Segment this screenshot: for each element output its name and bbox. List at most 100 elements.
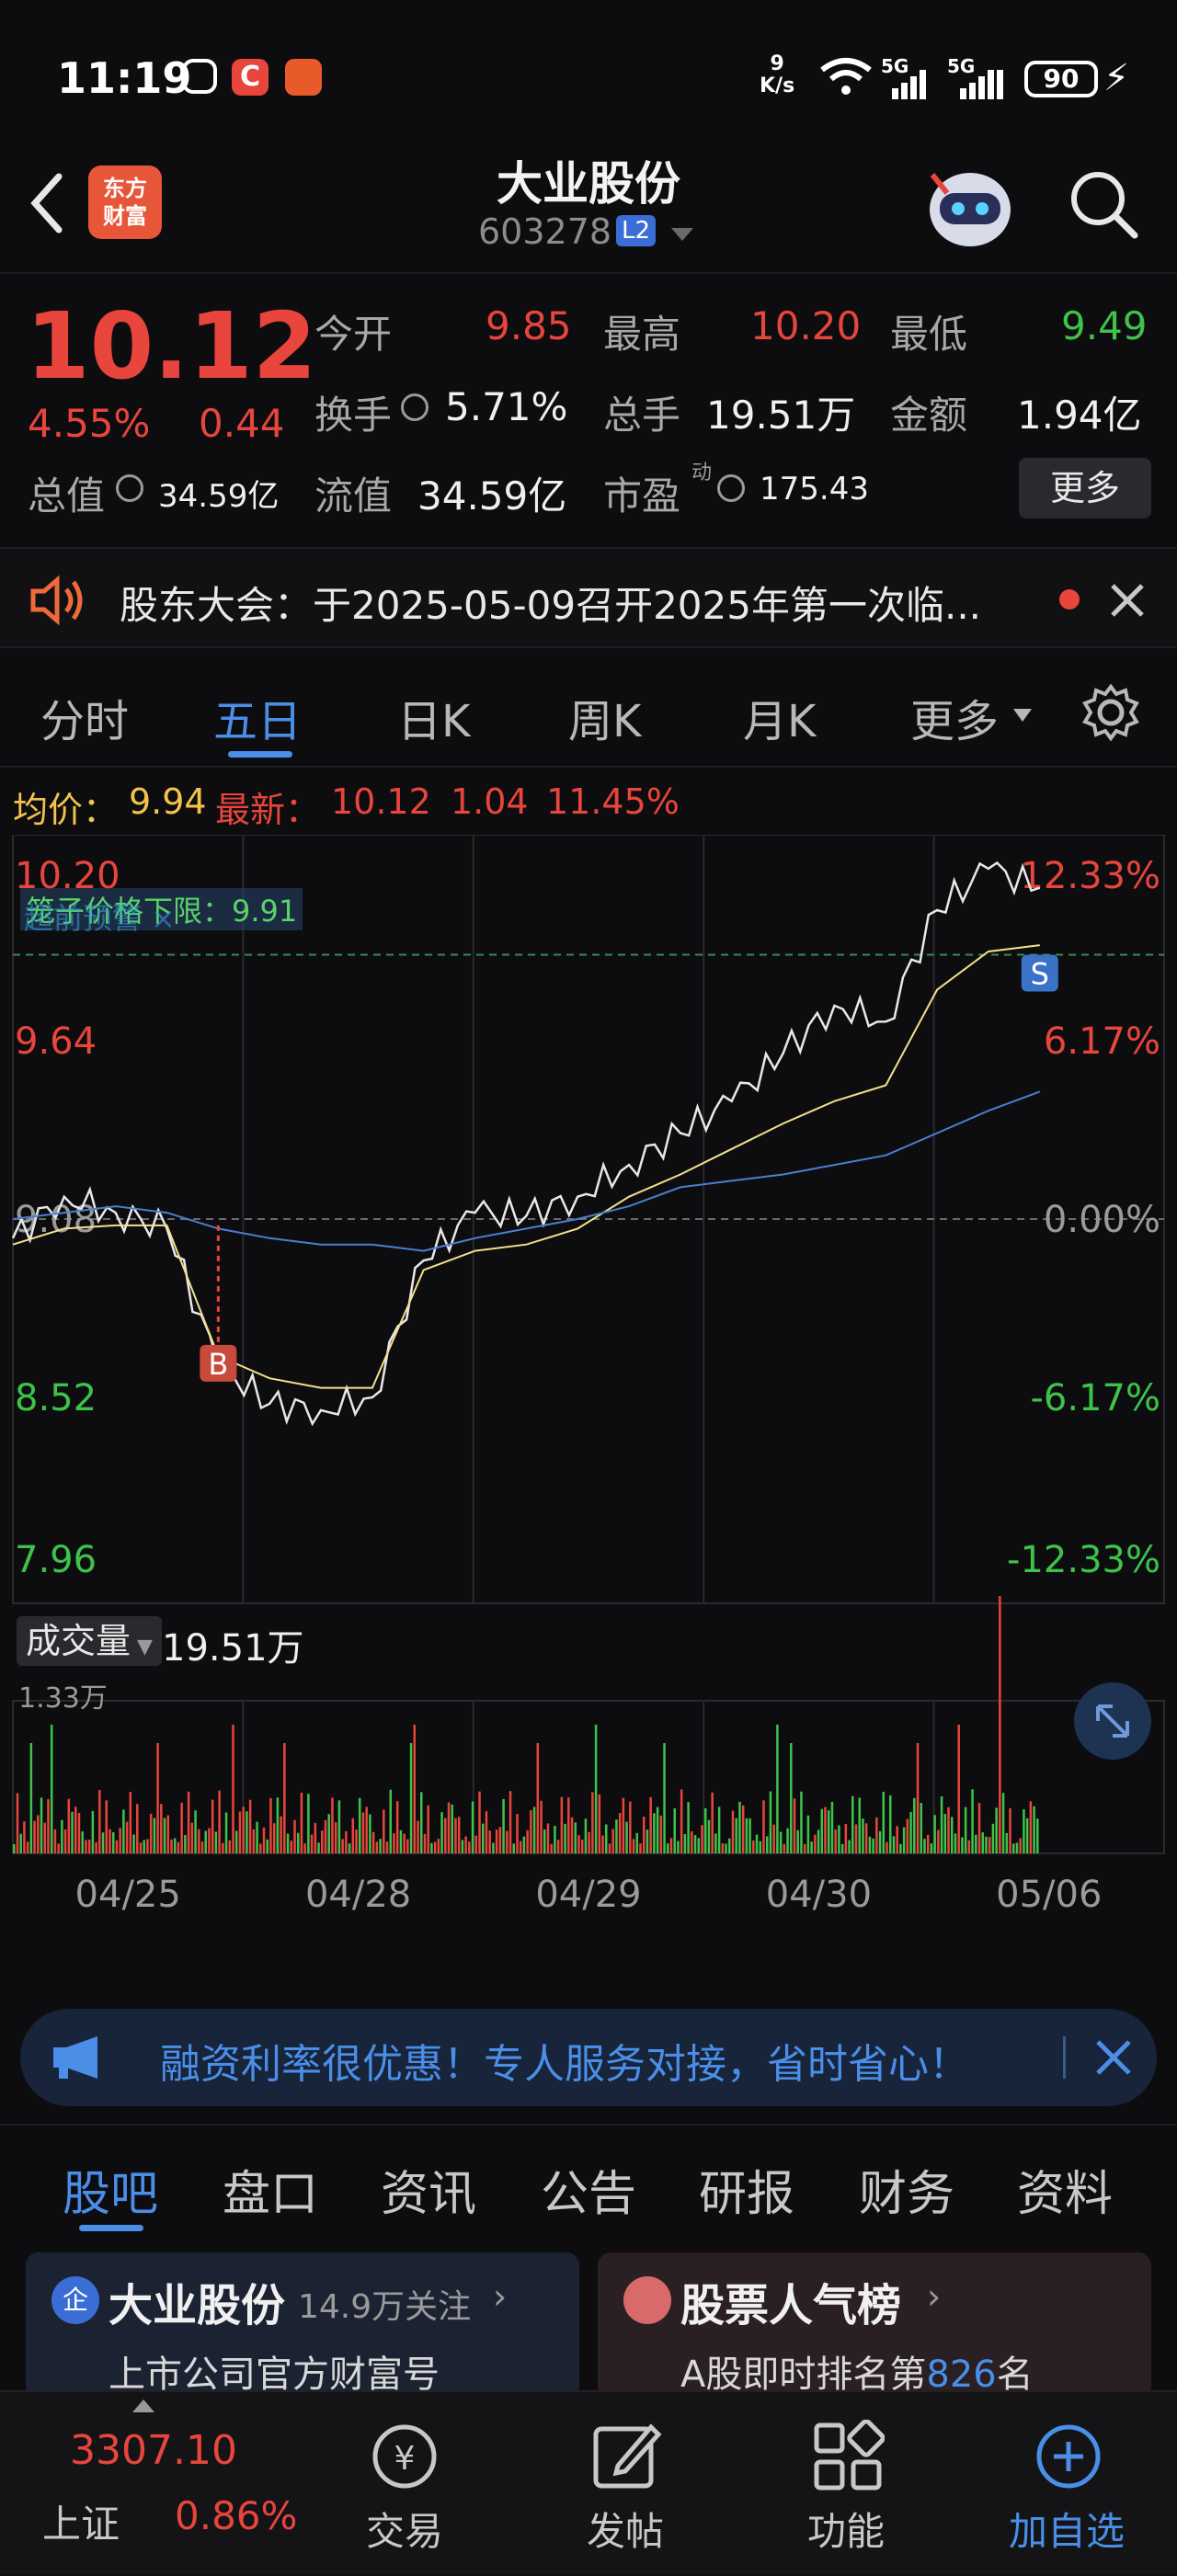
volume-bar xyxy=(1012,1843,1015,1853)
volume-bar xyxy=(109,1829,111,1853)
volume-bar xyxy=(232,1725,234,1853)
company-card[interactable]: 企 大业股份 14.9万关注 › 上市公司官方财富号 xyxy=(26,2252,579,2399)
volume-bar xyxy=(711,1792,714,1853)
info-icon[interactable] xyxy=(116,474,143,502)
more-button[interactable]: 更多 xyxy=(1019,458,1151,519)
notice-text[interactable]: 股东大会：于2025-05-09召开2025年第一次临... xyxy=(120,575,981,631)
tab-research[interactable]: 研报 xyxy=(699,2155,794,2224)
volume-bar xyxy=(474,1835,478,1853)
tab-guba[interactable]: 股吧 xyxy=(63,2155,158,2224)
tab-five-day[interactable]: 五日 xyxy=(213,685,302,749)
overlay-note[interactable]: 超前预警 × xyxy=(24,895,176,938)
promo-banner[interactable]: 融资利率很优惠！专人服务对接，省时省心！ xyxy=(20,2009,1157,2106)
volume-bar xyxy=(228,1840,232,1853)
chevron-down-icon[interactable] xyxy=(1013,709,1032,722)
info-icon[interactable] xyxy=(401,393,429,421)
robot-assistant-icon[interactable] xyxy=(920,156,1021,257)
index-name: 上证 xyxy=(42,2502,120,2547)
close-icon[interactable] xyxy=(1094,2038,1133,2077)
volume-bar xyxy=(667,1843,669,1853)
volume-bar xyxy=(498,1827,502,1853)
volume-bar xyxy=(222,1842,224,1853)
expand-icon xyxy=(1096,1704,1129,1738)
volume-bar xyxy=(259,1843,262,1853)
tab-weekly-k[interactable]: 周K xyxy=(568,685,641,749)
volume-bar xyxy=(783,1843,786,1853)
volume-bar xyxy=(800,1791,803,1853)
expand-button[interactable] xyxy=(1074,1682,1151,1760)
volume-bar xyxy=(814,1834,817,1853)
volume-bar xyxy=(735,1818,737,1853)
banner-text[interactable]: 融资利率很优惠！专人服务对接，省时省心！ xyxy=(160,2031,969,2090)
volume-bar xyxy=(29,1743,33,1853)
bottom-nav: 3307.10 上证 0.86% ¥ 交易 发帖 功能 加自选 xyxy=(0,2390,1177,2574)
volume-bar xyxy=(1033,1806,1035,1853)
tab-monthly-k[interactable]: 月K xyxy=(743,685,816,749)
popularity-card[interactable]: 股票人气榜 › A股即时排名第826名 xyxy=(598,2252,1151,2399)
index-ticker[interactable]: 3307.10 上证 0.86% xyxy=(9,2392,303,2576)
tab-announcements[interactable]: 公告 xyxy=(541,2155,636,2224)
tab-finance[interactable]: 财务 xyxy=(859,2155,954,2224)
chart-canvas[interactable]: 10.209.649.088.527.9612.33%6.17%0.00%-6.… xyxy=(0,835,1177,1995)
nav-functions[interactable]: 功能 xyxy=(763,2392,929,2576)
tab-profile[interactable]: 资料 xyxy=(1017,2155,1113,2224)
latest-pct: 11.45% xyxy=(546,781,680,822)
volume-bar xyxy=(834,1829,837,1853)
volume-bar xyxy=(693,1835,697,1853)
volume-bar xyxy=(673,1808,676,1853)
banner-divider xyxy=(1063,2036,1066,2079)
pe-label: 市盈 xyxy=(603,473,681,519)
nav-post[interactable]: 发帖 xyxy=(543,2392,708,2576)
close-icon[interactable] xyxy=(1109,582,1146,619)
volume-bar xyxy=(149,1813,153,1853)
volume-bar xyxy=(248,1799,252,1853)
notice-bar[interactable]: 股东大会：于2025-05-09召开2025年第一次临... xyxy=(0,547,1177,648)
info-icon[interactable] xyxy=(717,474,745,502)
dropdown-icon[interactable] xyxy=(669,226,695,245)
volume-bar xyxy=(246,1811,248,1853)
volume-bar xyxy=(40,1797,43,1853)
volume-bar xyxy=(714,1833,717,1853)
l2-badge[interactable]: L2 xyxy=(616,215,657,246)
volume-bar xyxy=(701,1825,703,1853)
volume-bar xyxy=(485,1811,488,1853)
volume-bar xyxy=(53,1829,57,1853)
tab-pankou[interactable]: 盘口 xyxy=(223,2155,318,2224)
volume-bar xyxy=(516,1814,519,1853)
latest-change: 1.04 xyxy=(451,781,529,822)
volume-bar xyxy=(796,1829,799,1853)
tab-more[interactable]: 更多 xyxy=(910,685,999,749)
status-bar: 11:19 C 9 K/s 5G 5G 90 ⚡ xyxy=(0,0,1177,156)
ranking-icon xyxy=(623,2276,671,2324)
gear-icon[interactable] xyxy=(1081,683,1140,742)
volume-bar xyxy=(611,1829,614,1853)
volume-bar xyxy=(471,1801,474,1853)
volume-bar xyxy=(940,1795,943,1853)
nav-trade[interactable]: ¥ 交易 xyxy=(322,2392,487,2576)
y-axis-right-tick: 0.00% xyxy=(1044,1199,1160,1241)
tab-news[interactable]: 资讯 xyxy=(381,2155,476,2224)
five-day-chart[interactable]: 均价： 9.94 最新： 10.12 1.04 11.45% 10.20 9.64… xyxy=(0,772,1177,1995)
volume-bar xyxy=(122,1809,125,1853)
volume-bar xyxy=(625,1821,628,1853)
volume-bar xyxy=(478,1791,481,1853)
volume-bar xyxy=(691,1830,693,1853)
volume-bar xyxy=(629,1801,632,1853)
speaker-icon xyxy=(30,575,83,626)
volume-bar xyxy=(91,1810,95,1853)
volume-bar xyxy=(180,1802,183,1853)
open-value: 9.85 xyxy=(486,303,572,348)
volume-bar xyxy=(820,1808,824,1853)
search-icon[interactable] xyxy=(1067,167,1140,241)
y-axis-right-tick: -12.33% xyxy=(1007,1539,1160,1581)
tab-intraday[interactable]: 分时 xyxy=(40,685,129,749)
volume-bar xyxy=(591,1792,594,1853)
volume-bar xyxy=(190,1822,194,1853)
signal-1-icon xyxy=(892,70,926,99)
tab-daily-k[interactable]: 日K xyxy=(397,685,470,749)
volume-selector[interactable]: 成交量 ▼ xyxy=(17,1616,162,1666)
volume-bar xyxy=(385,1841,389,1853)
nav-add-watch[interactable]: 加自选 xyxy=(984,2392,1149,2576)
x-axis-day-label: 04/30 xyxy=(766,1874,872,1916)
volume-bar xyxy=(242,1807,245,1853)
